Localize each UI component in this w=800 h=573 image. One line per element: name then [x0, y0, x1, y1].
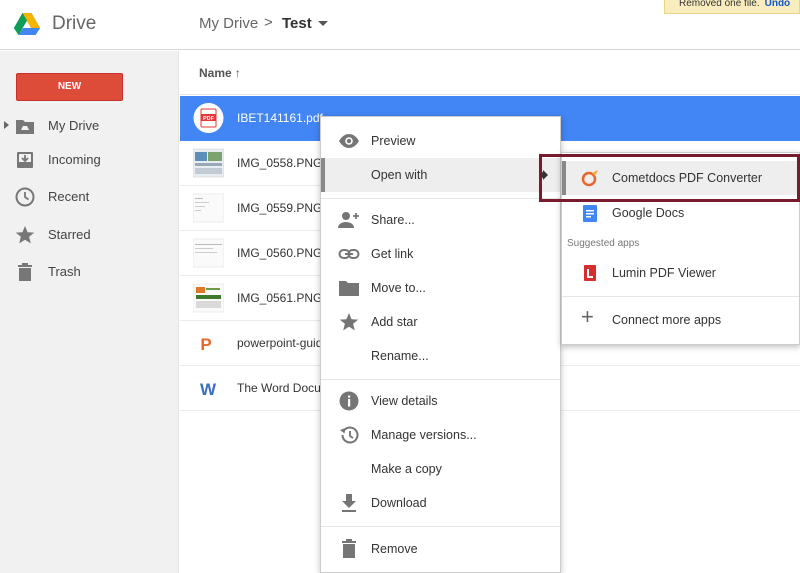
column-label: Name: [199, 66, 232, 80]
powerpoint-thumb-label: P: [200, 335, 211, 354]
sidebar-item-trash[interactable]: Trash: [0, 257, 179, 287]
menu-item-share[interactable]: Share...: [321, 203, 560, 237]
toast-text: Removed one file.: [679, 0, 760, 9]
sidebar-item-label: Trash: [48, 264, 81, 279]
file-name[interactable]: IBET141161.pdf: [237, 111, 323, 125]
file-list-header: Name ↑: [180, 51, 800, 95]
word-thumb-label: W: [200, 380, 217, 399]
pointer-arrow-icon: [543, 170, 548, 180]
app-title: Drive: [52, 13, 97, 34]
image-thumbnail: [193, 148, 224, 178]
sidebar-item-label: Starred: [48, 227, 91, 242]
file-name[interactable]: powerpoint-guid: [237, 336, 322, 350]
menu-item-remove[interactable]: Remove: [321, 532, 560, 566]
link-icon: [338, 249, 360, 259]
clock-icon: [15, 187, 35, 207]
menu-item-make-copy[interactable]: Make a copy: [321, 452, 560, 486]
menu-item-label: Download: [371, 496, 427, 510]
undo-link[interactable]: Undo: [765, 0, 791, 9]
app-lumin-pdf[interactable]: Lumin PDF Viewer: [562, 256, 799, 290]
image-thumbnail: [193, 193, 224, 223]
sidebar-item-my-drive[interactable]: My Drive: [0, 111, 179, 141]
image-thumbnail: [193, 283, 224, 313]
menu-item-label: Manage versions...: [371, 428, 477, 442]
menu-item-preview[interactable]: Preview: [321, 124, 560, 158]
file-name[interactable]: IMG_0559.PNG: [237, 201, 322, 215]
menu-item-open-with[interactable]: Open with: [321, 158, 560, 192]
download-icon: [342, 494, 356, 512]
image-thumbnail: [193, 238, 224, 268]
breadcrumb-my-drive[interactable]: My Drive: [199, 15, 258, 32]
sort-arrow-icon: ↑: [234, 66, 241, 80]
menu-item-label: Preview: [371, 134, 416, 148]
menu-item-move-to[interactable]: Move to...: [321, 271, 560, 305]
sidebar-item-recent[interactable]: Recent: [0, 182, 179, 212]
new-button[interactable]: NEW: [16, 73, 123, 101]
sidebar-item-label: My Drive: [48, 118, 100, 133]
folder-icon: [339, 281, 359, 296]
file-name[interactable]: IMG_0560.PNG: [237, 246, 322, 260]
menu-item-label: Add star: [371, 315, 418, 329]
menu-item-label: Rename...: [371, 349, 429, 363]
eye-icon: [339, 134, 359, 148]
menu-item-label: Move to...: [371, 281, 426, 295]
sidebar: NEW My Drive Incoming Recent Starred Tra…: [0, 51, 179, 573]
lumin-icon: [584, 265, 596, 281]
menu-item-rename[interactable]: Rename...: [321, 339, 560, 373]
sidebar-item-label: Incoming: [48, 152, 101, 167]
file-name[interactable]: The Word Docu: [237, 381, 321, 395]
menu-divider: [562, 296, 799, 297]
powerpoint-icon: P: [200, 335, 211, 354]
pdf-thumb-label: PDF: [203, 116, 215, 122]
menu-item-label: View details: [371, 394, 438, 408]
sidebar-item-label: Recent: [48, 189, 90, 204]
app-label: Google Docs: [612, 206, 685, 220]
word-icon: W: [200, 380, 217, 399]
expand-arrow-icon[interactable]: [4, 121, 9, 129]
chevron-down-icon[interactable]: [318, 21, 328, 26]
menu-divider: [321, 198, 560, 199]
star-icon: [339, 313, 359, 331]
trash-icon: [342, 539, 356, 558]
plus-icon: +: [581, 304, 594, 329]
app-label: Lumin PDF Viewer: [612, 266, 716, 280]
breadcrumb-current-folder[interactable]: Test: [282, 15, 312, 32]
top-bar: Drive My Drive > Test Removed one file. U…: [0, 0, 800, 50]
menu-item-add-star[interactable]: Add star: [321, 305, 560, 339]
connect-more-apps[interactable]: + Connect more apps: [562, 303, 799, 337]
history-icon: [340, 426, 359, 444]
file-name[interactable]: IMG_0558.PNG: [237, 156, 322, 170]
name-column-header[interactable]: Name ↑: [199, 66, 241, 80]
incoming-icon: [17, 152, 33, 168]
drive-logo-icon[interactable]: [14, 12, 40, 36]
file-name[interactable]: IMG_0561.PNG: [237, 291, 322, 305]
menu-item-get-link[interactable]: Get link: [321, 237, 560, 271]
context-menu: Preview Open with Share... Get link Move…: [320, 116, 561, 573]
menu-item-label: Share...: [371, 213, 415, 227]
sidebar-item-starred[interactable]: Starred: [0, 220, 179, 250]
menu-item-label: Open with: [371, 168, 428, 182]
google-docs-icon: [583, 205, 597, 222]
trash-icon: [18, 263, 32, 281]
menu-item-view-details[interactable]: View details: [321, 384, 560, 418]
menu-divider: [321, 379, 560, 380]
suggested-apps-heading: Suggested apps: [567, 238, 640, 249]
menu-item-label: Get link: [371, 247, 414, 261]
pdf-file-icon: PDF: [193, 103, 224, 133]
drive-folder-icon: [16, 120, 34, 134]
notification-toast: Removed one file. Undo: [664, 0, 800, 14]
menu-item-manage-versions[interactable]: Manage versions...: [321, 418, 560, 452]
info-icon: [339, 391, 359, 411]
person-add-icon: [338, 212, 359, 228]
highlight-annotation-box: [539, 154, 800, 202]
menu-item-label: Make a copy: [371, 462, 442, 476]
connect-label: Connect more apps: [612, 313, 722, 327]
breadcrumb-separator: >: [264, 14, 273, 31]
menu-item-label: Remove: [371, 542, 418, 556]
menu-divider: [321, 526, 560, 527]
star-icon: [15, 226, 35, 244]
menu-item-download[interactable]: Download: [321, 486, 560, 520]
sidebar-item-incoming[interactable]: Incoming: [0, 145, 179, 175]
